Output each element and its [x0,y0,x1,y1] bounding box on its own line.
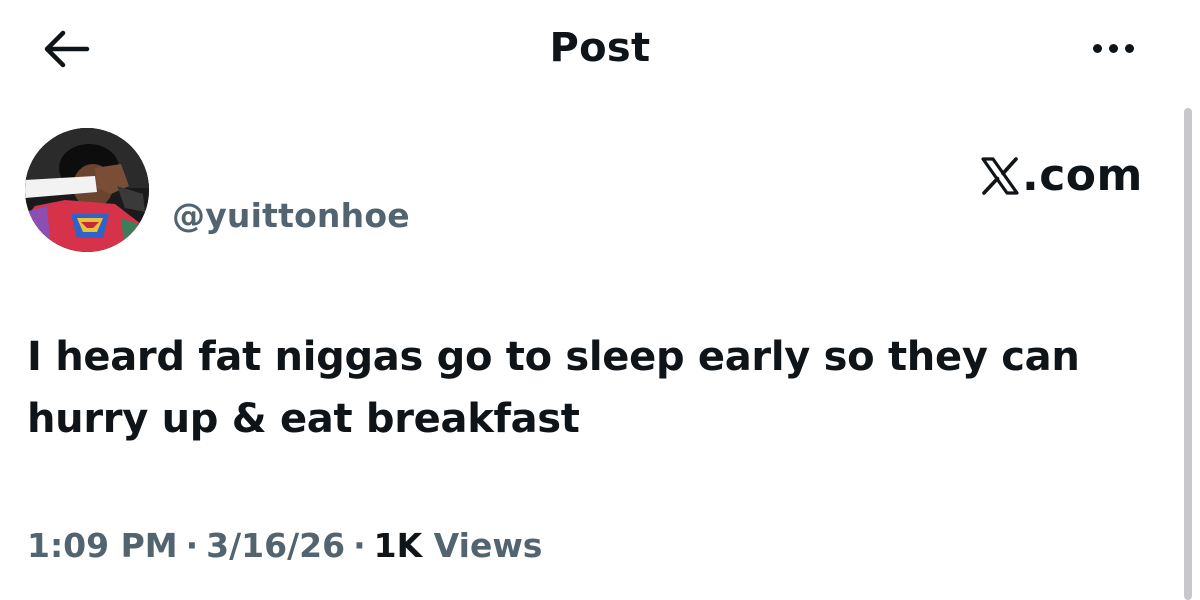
watermark-text: .com [1022,150,1143,201]
avatar[interactable] [25,128,149,252]
ellipsis-dot [1124,43,1134,53]
views-count: 1K [373,526,423,565]
ellipsis-dot [1108,43,1118,53]
more-options-button[interactable] [1078,26,1148,70]
scrollbar[interactable] [1184,108,1192,600]
x-com-watermark: .com [980,148,1143,204]
profile-avatar [25,128,149,252]
meta-separator: · [353,526,366,565]
tweet-meta: 1:09 PM · 3/16/26 · 1K Views [27,522,542,570]
page-title: Post [549,25,651,71]
ellipsis-horizontal-icon [1092,43,1102,53]
meta-separator: · [185,526,199,565]
views-label: Views [433,526,543,565]
top-navigation-bar: Post [0,0,1200,100]
x-logo-icon [981,157,1019,195]
tweet-text: I heard fat niggas go to sleep early so … [27,334,1080,442]
tweet-date[interactable]: 3/16/26 [206,526,345,565]
tweet-time[interactable]: 1:09 PM [27,526,178,565]
author-handle[interactable]: @yuittonhoe [172,194,410,238]
